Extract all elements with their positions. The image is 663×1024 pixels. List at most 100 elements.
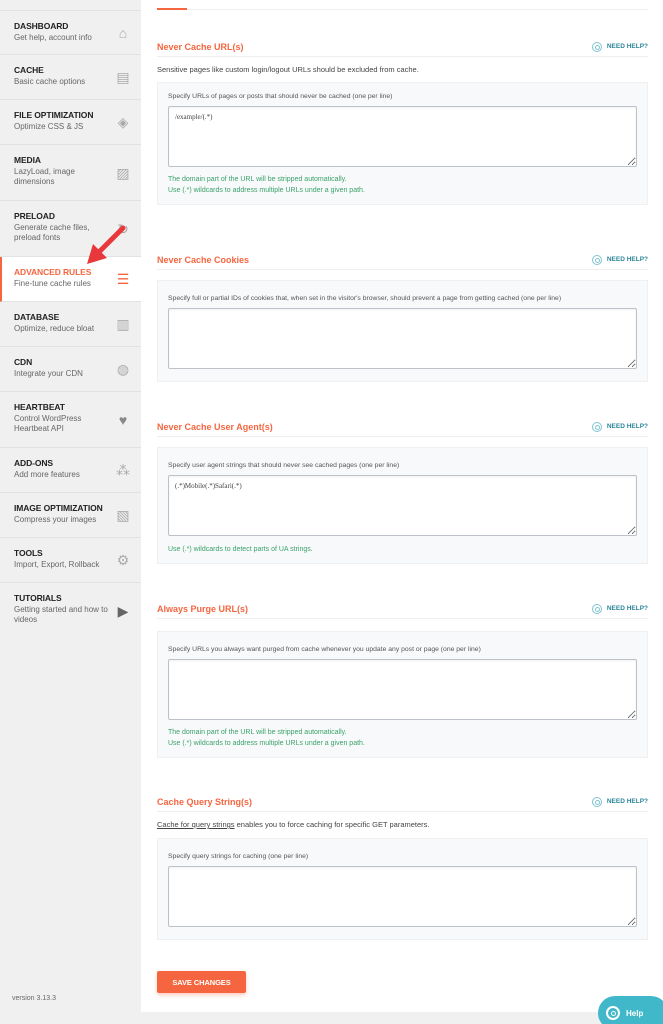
sidebar-item-media[interactable]: MEDIA LazyLoad, image dimensions ▨ [0,145,141,201]
sidebar-item-title: HEARTBEAT [14,402,65,412]
section-header: Never Cache User Agent(s) NEED HELP? [157,417,648,437]
sidebar-item-cdn[interactable]: CDN Integrate your CDN ◍ [0,347,141,392]
tab-underline [157,8,648,10]
field-label: Specify user agent strings that should n… [168,462,400,469]
refresh-icon: ↻ [117,220,129,237]
sidebar-item-subtitle: LazyLoad, image dimensions [14,167,75,186]
field-box: Specify URLs of pages or posts that shou… [157,82,648,205]
cubes-icon: ⁂ [116,462,130,478]
sidebar-item-subtitle: Get help, account info [14,33,92,42]
layers-icon: ◈ [117,114,129,130]
never-cache-urls-textarea[interactable]: /example/(.*) [168,106,637,167]
need-help-link[interactable]: NEED HELP? [591,796,648,807]
sidebar-item-subtitle: Fine-tune cache rules [14,279,91,288]
document-icon: ▤ [116,69,130,85]
field-label: Specify query strings for caching (one p… [168,853,309,860]
sidebar-item-subtitle: Optimize CSS & JS [14,122,84,131]
section-title: Cache Query String(s) [157,796,253,807]
sidebar-item-add-ons[interactable]: ADD-ONS Add more features ⁂ [0,448,141,493]
field-hint: Use (.*) wildcards to detect parts of UA… [168,546,313,553]
images-icon: ▨ [116,164,130,181]
sidebar-item-subtitle: Integrate your CDN [14,369,83,378]
field-box: Specify full or partial IDs of cookies t… [157,280,648,382]
always-purge-urls-textarea[interactable] [168,659,637,720]
sidebar-item-cache[interactable]: CACHE Basic cache options ▤ [0,55,141,100]
sidebar-item-tutorials[interactable]: TUTORIALS Getting started and how to vid… [0,583,141,639]
section-description: Sensitive pages like custom login/logout… [157,65,419,74]
never-cache-user-agents-textarea[interactable]: (.*)Mobile(.*)Safari(.*) [168,475,637,536]
sidebar: DASHBOARD Get help, account info ⌂ CACHE… [0,0,141,1024]
sidebar-item-advanced-rules[interactable]: ADVANCED RULES Fine-tune cache rules ☰ [0,257,141,302]
lifebuoy-icon [591,603,602,614]
home-icon: ⌂ [118,24,128,41]
need-help-link[interactable]: NEED HELP? [591,41,648,52]
sidebar-item-dashboard[interactable]: DASHBOARD Get help, account info ⌂ [0,10,141,55]
never-cache-cookies-textarea[interactable] [168,308,637,369]
sidebar-item-subtitle: Optimize, reduce bloat [14,324,95,333]
section-header: Always Purge URL(s) NEED HELP? [157,599,648,619]
sidebar-item-heartbeat[interactable]: HEARTBEAT Control WordPress Heartbeat AP… [0,392,141,448]
sidebar-item-file-optimization[interactable]: FILE OPTIMIZATION Optimize CSS & JS ◈ [0,100,141,145]
section-header: Never Cache Cookies NEED HELP? [157,250,648,270]
cache-query-strings-link[interactable]: Cache for query strings [157,820,235,829]
field-hint: Use (.*) wildcards to address multiple U… [168,740,365,747]
cache-query-strings-textarea[interactable] [168,866,637,927]
field-box: Specify URLs you always want purged from… [157,631,648,758]
lifebuoy-icon [591,796,602,807]
sidebar-item-subtitle: Add more features [14,470,80,479]
lifebuoy-icon [606,1006,620,1020]
need-help-link[interactable]: NEED HELP? [591,603,648,614]
list-icon: ☰ [116,271,130,287]
section-never-cache-user-agents: Never Cache User Agent(s) NEED HELP? Spe… [157,417,648,564]
sidebar-item-subtitle: Getting started and how to videos [14,605,108,624]
sidebar-item-subtitle: Compress your images [14,515,97,524]
page: DASHBOARD Get help, account info ⌂ CACHE… [0,0,663,1024]
need-help-label: NEED HELP? [606,798,648,805]
database-icon: ▥ [116,316,130,332]
sidebar-item-tools[interactable]: TOOLS Import, Export, Rollback ⚙ [0,538,141,583]
play-icon: ▶ [117,603,129,619]
section-title: Never Cache Cookies [157,254,250,265]
need-help-label: NEED HELP? [606,256,648,263]
field-hint: The domain part of the URL will be strip… [168,729,347,736]
section-header: Cache Query String(s) NEED HELP? [157,792,648,812]
save-changes-button[interactable]: SAVE CHANGES [157,971,246,993]
field-label: Specify full or partial IDs of cookies t… [168,295,562,302]
need-help-label: NEED HELP? [606,43,648,50]
sidebar-item-subtitle: Control WordPress Heartbeat API [14,414,82,433]
lifebuoy-icon [591,254,602,265]
need-help-link[interactable]: NEED HELP? [591,254,648,265]
sidebar-item-database[interactable]: DATABASE Optimize, reduce bloat ▥ [0,302,141,347]
sidebar-item-subtitle: Basic cache options [14,77,86,86]
section-header: Never Cache URL(s) NEED HELP? [157,37,648,57]
need-help-label: NEED HELP? [606,605,648,612]
section-title: Always Purge URL(s) [157,603,249,614]
field-label: Specify URLs you always want purged from… [168,646,481,653]
help-button[interactable]: Help [598,996,663,1024]
version-label: version 3.13.3 [12,995,56,1002]
field-box: Specify query strings for caching (one p… [157,838,648,940]
section-always-purge-urls: Always Purge URL(s) NEED HELP? Specify U… [157,599,648,758]
help-label: Help [626,1008,644,1018]
field-hint: The domain part of the URL will be strip… [168,176,347,183]
section-title: Never Cache URL(s) [157,41,244,52]
sidebar-item-subtitle: Generate cache files, preload fonts [14,223,90,242]
image-compress-icon: ▧ [116,507,130,523]
file-gear-icon: ⚙ [116,552,130,568]
main-content: Never Cache URL(s) NEED HELP? Sensitive … [141,0,663,1012]
section-description: Cache for query strings enables you to f… [157,820,648,829]
heartbeat-icon: ♥ [118,411,128,428]
need-help-link[interactable]: NEED HELP? [591,421,648,432]
field-hint: Use (.*) wildcards to address multiple U… [168,187,365,194]
section-never-cache-urls: Never Cache URL(s) NEED HELP? Sensitive … [157,37,648,205]
field-label: Specify URLs of pages or posts that shou… [168,93,393,100]
sidebar-item-title: MEDIA [14,155,41,165]
sidebar-item-preload[interactable]: PRELOAD Generate cache files, preload fo… [0,201,141,257]
globe-hand-icon: ◍ [116,361,130,377]
lifebuoy-icon [591,421,602,432]
sidebar-item-image-optimization[interactable]: IMAGE OPTIMIZATION Compress your images … [0,493,141,538]
sidebar-item-subtitle: Import, Export, Rollback [14,560,100,569]
section-never-cache-cookies: Never Cache Cookies NEED HELP? Specify f… [157,250,648,382]
sidebar-item-title: PRELOAD [14,211,55,221]
section-cache-query-strings: Cache Query String(s) NEED HELP? Cache f… [157,792,648,940]
